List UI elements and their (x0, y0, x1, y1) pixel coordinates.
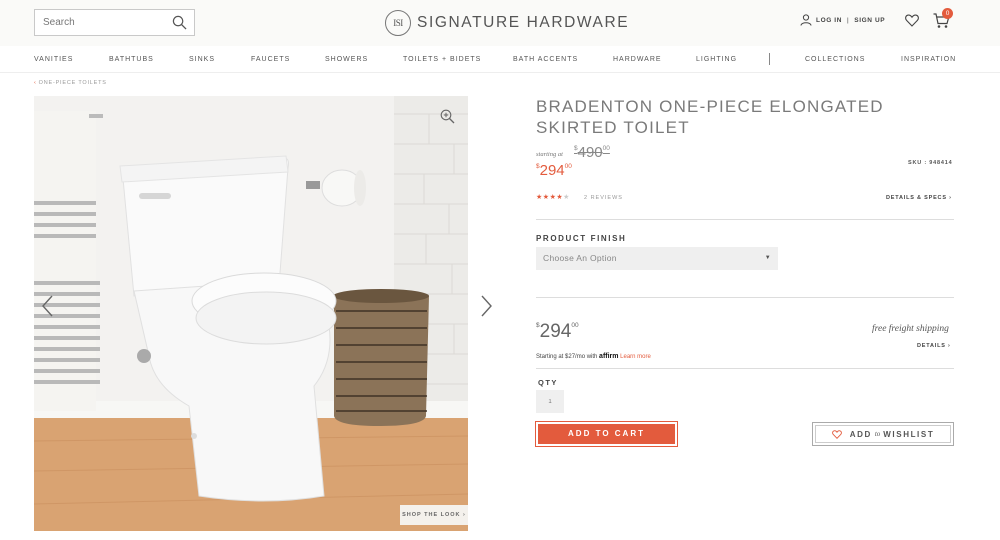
search-icon[interactable] (172, 15, 187, 30)
product-title: BRADENTON ONE-PIECE ELONGATED SKIRTED TO… (536, 97, 884, 137)
star-empty-icon: ★ (563, 194, 570, 201)
free-shipping-label: free freight shipping (872, 324, 949, 334)
price-symbol: $ (536, 322, 540, 329)
shipping-details-link[interactable]: DETAILS › (917, 343, 951, 349)
nav-bath-accents[interactable]: BATH ACCENTS (513, 56, 578, 63)
search-box[interactable] (34, 9, 195, 36)
zoom-icon[interactable] (440, 109, 455, 124)
previous-image-arrow-icon[interactable] (38, 292, 58, 320)
old-price-cents: 00 (602, 145, 610, 152)
logo-mark: ISI (385, 10, 411, 36)
old-price-symbol: $ (574, 145, 578, 152)
breadcrumb-back-icon: ‹ (34, 80, 37, 86)
price-value: 294 (539, 321, 572, 342)
sku-label: SKU : 948414 (908, 160, 953, 166)
sale-price: $29400 (536, 162, 572, 179)
current-price: $29400 (536, 321, 579, 343)
old-price-value: 490 (577, 144, 603, 161)
site-header: ISI SIGNATURE HARDWARE LOG IN | SIGN UP … (0, 0, 1000, 46)
finish-selected-value: Choose An Option (543, 253, 617, 263)
affirm-learn-more-link[interactable]: Learn more (620, 354, 651, 360)
cart-count-badge: 0 (942, 8, 953, 19)
nav-showers[interactable]: SHOWERS (325, 56, 368, 63)
wishlist-to-label: to (874, 430, 881, 438)
heart-icon (831, 429, 842, 439)
nav-bathtubs[interactable]: BATHTUBS (109, 56, 154, 63)
divider (536, 219, 954, 220)
chevron-down-icon: ▼ (764, 255, 771, 261)
wishlist-heart-icon[interactable] (905, 14, 919, 27)
search-input[interactable] (35, 10, 165, 35)
next-image-arrow-icon[interactable] (476, 292, 496, 320)
price-cents: 00 (571, 322, 579, 329)
login-link[interactable]: LOG IN (816, 17, 842, 24)
star-filled-icon: ★ (542, 194, 550, 201)
main-nav: VANITIES BATHTUBS SINKS FAUCETS SHOWERS … (0, 47, 1000, 73)
signup-link[interactable]: SIGN UP (854, 17, 885, 24)
nav-sinks[interactable]: SINKS (189, 56, 215, 63)
affirm-financing: Starting at $27/mo with affirm Learn mor… (536, 353, 651, 360)
original-price: $49000 (574, 144, 610, 161)
affirm-prefix: Starting at $27/mo with (536, 354, 598, 360)
nav-toilets-bidets[interactable]: TOILETS + BIDETS (403, 56, 481, 63)
breadcrumb[interactable]: ‹ ONE-PIECE TOILETS (34, 80, 107, 86)
starting-at-label: starting at (536, 151, 563, 158)
qty-label: QTY (538, 378, 558, 387)
sale-price-value: 294 (539, 162, 565, 179)
nav-inspiration[interactable]: INSPIRATION (901, 56, 956, 63)
logo-text: SIGNATURE HARDWARE (417, 14, 630, 31)
wishlist-label: WISHLIST (883, 429, 935, 439)
toilet-photo (34, 96, 468, 531)
product-image[interactable] (34, 96, 468, 531)
sale-price-cents: 00 (564, 163, 572, 170)
star-filled-icon: ★ (536, 194, 543, 201)
nav-lighting[interactable]: LIGHTING (696, 56, 737, 63)
product-finish-label: PRODUCT FINISH (536, 234, 627, 243)
account-separator: | (847, 16, 850, 24)
nav-faucets[interactable]: FAUCETS (251, 56, 290, 63)
shop-the-look-button[interactable]: SHOP THE LOOK › (400, 505, 468, 525)
sale-price-symbol: $ (536, 163, 540, 170)
breadcrumb-label: ONE-PIECE TOILETS (38, 80, 107, 86)
divider (536, 368, 954, 369)
quantity-input[interactable] (536, 390, 564, 413)
star-rating[interactable]: ★★★★★ (536, 193, 570, 201)
account-links: LOG IN | SIGN UP (800, 14, 885, 26)
product-finish-select[interactable]: Choose An Option ▼ (536, 247, 778, 270)
add-to-cart-button[interactable]: ADD TO CART (535, 421, 678, 447)
nav-divider (769, 53, 770, 65)
reviews-link[interactable]: 2 REVIEWS (584, 195, 623, 201)
user-icon[interactable] (800, 14, 812, 26)
nav-collections[interactable]: COLLECTIONS (805, 56, 865, 63)
nav-hardware[interactable]: HARDWARE (613, 56, 662, 63)
nav-vanities[interactable]: VANITIES (34, 56, 73, 63)
site-logo[interactable]: ISI SIGNATURE HARDWARE (385, 9, 629, 37)
wishlist-add-label: ADD (849, 429, 872, 439)
add-to-wishlist-button[interactable]: ADD to WISHLIST (812, 422, 954, 446)
details-specs-link[interactable]: DETAILS & SPECS › (886, 195, 952, 201)
divider (536, 297, 954, 298)
affirm-logo: affirm (599, 353, 619, 360)
